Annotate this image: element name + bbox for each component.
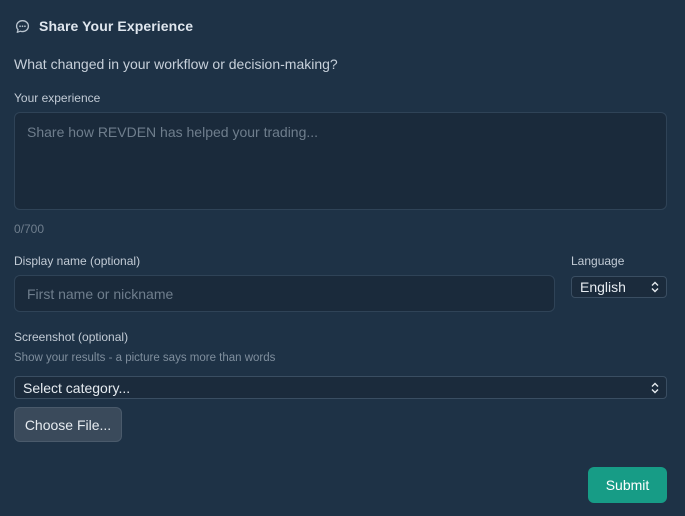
display-name-input[interactable] (14, 275, 555, 312)
language-label: Language (571, 254, 625, 268)
experience-textarea[interactable] (14, 112, 667, 210)
character-counter: 0/700 (14, 222, 45, 236)
category-select[interactable]: Select category... (14, 376, 667, 399)
form-header: Share Your Experience (14, 18, 193, 34)
question-text: What changed in your workflow or decisio… (14, 56, 338, 72)
language-selected-value: English (580, 279, 626, 295)
category-selected-value: Select category... (23, 379, 131, 396)
submit-button[interactable]: Submit (588, 467, 667, 503)
chat-bubble-icon (14, 18, 30, 34)
display-name-label: Display name (optional) (14, 254, 141, 268)
choose-file-button[interactable]: Choose File... (14, 407, 122, 442)
form-title: Share Your Experience (39, 18, 194, 34)
select-arrows-icon (651, 382, 659, 393)
language-select[interactable]: English (571, 276, 667, 298)
share-experience-form: Share Your Experience What changed in yo… (0, 0, 685, 516)
screenshot-hint: Show your results - a picture says more … (14, 352, 276, 364)
screenshot-label: Screenshot (optional) (14, 330, 129, 344)
select-arrows-icon (651, 281, 659, 293)
experience-label: Your experience (14, 91, 101, 105)
